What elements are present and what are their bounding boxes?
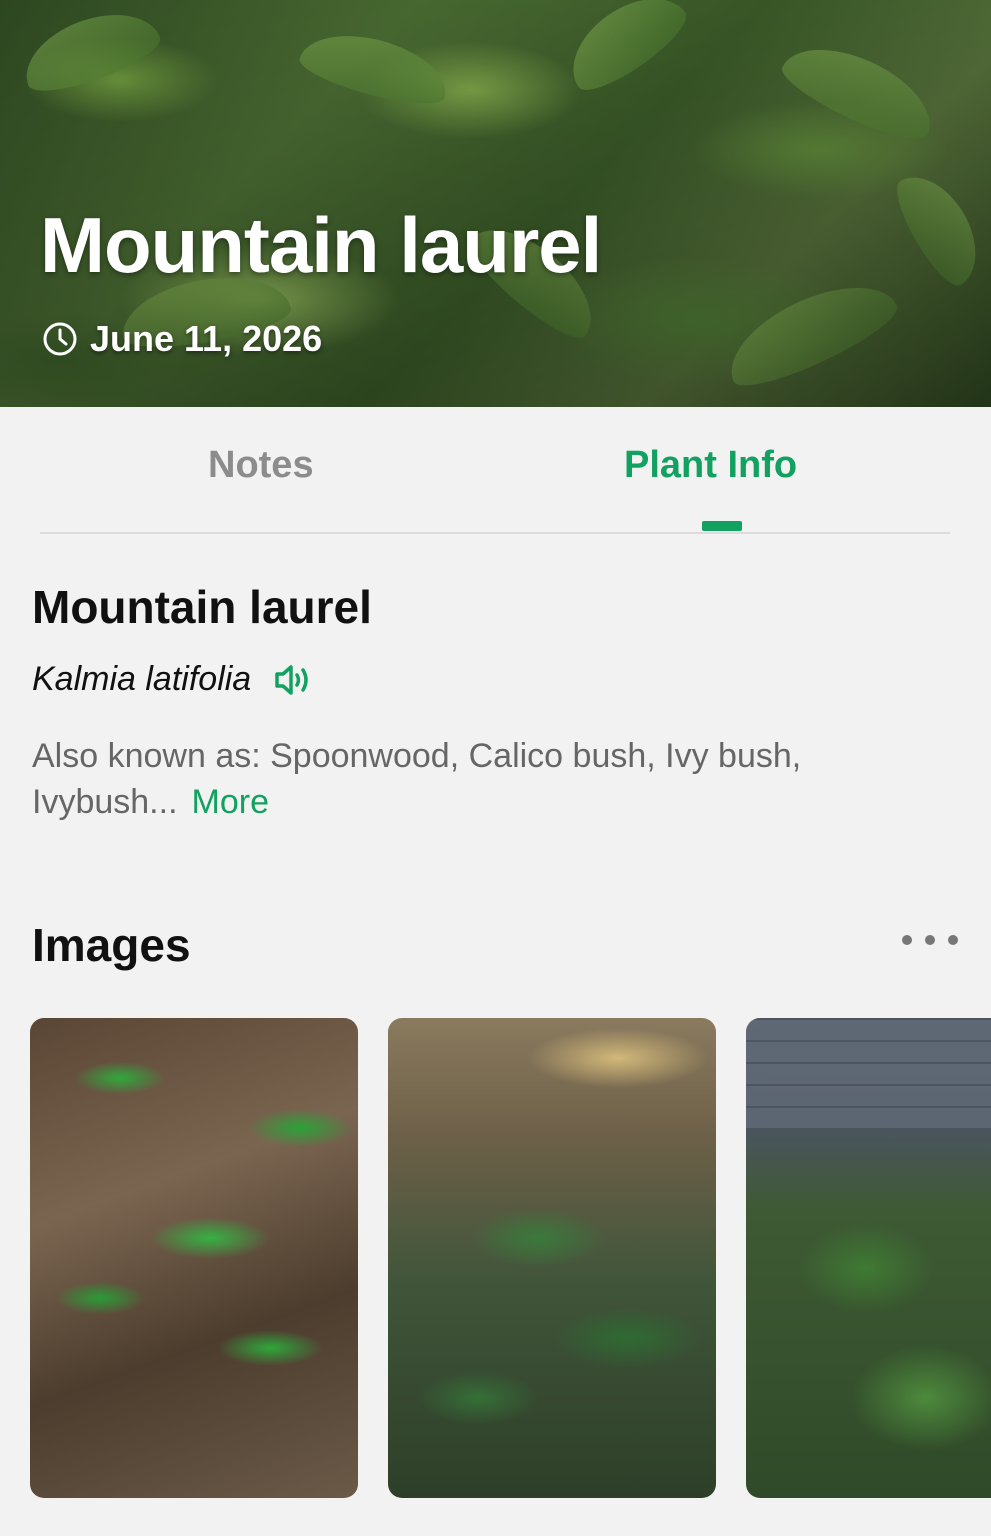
plant-image-thumbnail-3[interactable] bbox=[746, 1018, 991, 1498]
date-text: June 11, 2026 bbox=[90, 318, 323, 359]
clock-icon bbox=[42, 321, 78, 357]
plant-common-name: Mountain laurel bbox=[32, 581, 372, 633]
active-tab-indicator bbox=[702, 521, 742, 531]
tab-bar: Notes Plant Info bbox=[40, 430, 950, 534]
hero-title: Mountain laurel bbox=[40, 201, 602, 289]
tab-notes[interactable]: Notes bbox=[208, 444, 314, 487]
speaker-icon[interactable] bbox=[273, 662, 313, 698]
more-dots-icon[interactable] bbox=[902, 930, 958, 950]
hero-image: Mountain laurel June 11, 2026 bbox=[0, 0, 991, 407]
images-section-title: Images bbox=[32, 919, 191, 971]
observation-date: June 11, 2026 bbox=[42, 318, 322, 360]
aka-text: Also known as: Spoonwood, Calico bush, I… bbox=[32, 737, 802, 821]
plant-image-thumbnail-2[interactable] bbox=[388, 1018, 716, 1498]
plant-image-thumbnail-1[interactable] bbox=[30, 1018, 358, 1498]
tab-plant-info[interactable]: Plant Info bbox=[624, 444, 797, 487]
scientific-name-row: Kalmia latifolia bbox=[32, 660, 313, 699]
more-link[interactable]: More bbox=[192, 783, 269, 821]
also-known-as: Also known as: Spoonwood, Calico bush, I… bbox=[32, 733, 932, 825]
scientific-name: Kalmia latifolia bbox=[32, 660, 252, 698]
image-gallery[interactable] bbox=[0, 1018, 991, 1498]
